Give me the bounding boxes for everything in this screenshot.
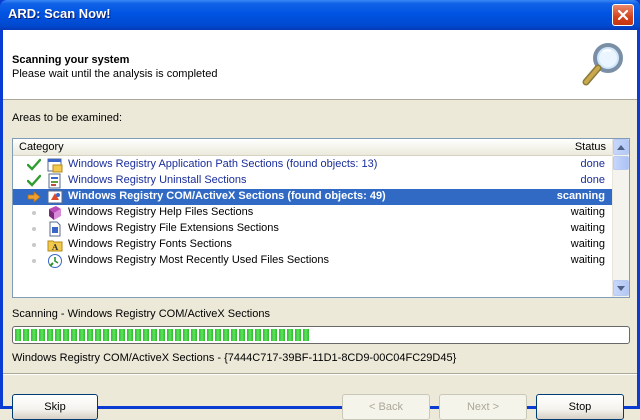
stop-button[interactable]: Stop [536,394,624,420]
list-item[interactable]: Windows Registry Application Path Sectio… [13,157,613,173]
bullet-icon [27,238,41,252]
help-book-icon [47,205,63,221]
scan-detail-label: Windows Registry COM/ActiveX Sections - … [12,352,457,364]
list-item-label: Windows Registry Help Files Sections [68,206,254,218]
uninstall-icon [47,173,63,189]
header-subtitle: Please wait until the analysis is comple… [12,68,218,80]
close-button[interactable] [612,4,634,26]
list-item-label: Windows Registry Fonts Sections [68,238,232,250]
fonts-folder-icon: A [47,237,63,253]
scroll-thumb[interactable] [613,156,629,170]
list-item[interactable]: Windows Registry Most Recently Used File… [13,253,613,269]
category-list[interactable]: Category Status Windows Registry Applica… [12,138,630,298]
list-item-label: Windows Registry Most Recently Used File… [68,254,330,266]
list-rows: Windows Registry Application Path Sectio… [13,157,613,269]
next-button[interactable]: Next > [439,394,527,420]
window-title: ARD: Scan Now! [8,6,111,21]
list-item[interactable]: Windows Registry File Extensions Section… [13,221,613,237]
list-item-label: Windows Registry File Extensions Section… [68,222,279,234]
scroll-up-button[interactable] [613,139,629,155]
title-bar[interactable]: ARD: Scan Now! [0,0,640,30]
check-icon [26,174,42,188]
list-header: Category Status [13,139,613,156]
app-path-icon [47,157,63,173]
bullet-icon [27,254,41,268]
list-item-status: waiting [570,254,605,266]
magnifier-icon [582,43,623,86]
list-item[interactable]: Windows Registry Help Files Sections wait… [13,205,613,221]
scanning-status-label: Scanning - Windows Registry COM/ActiveX … [12,308,270,320]
check-icon [26,158,42,172]
list-item[interactable]: Windows Registry Uninstall Sections done [13,173,613,189]
progress-fill [15,329,309,341]
areas-label: Areas to be examined: [12,112,123,124]
recent-files-icon [47,253,63,269]
progress-track [15,329,627,341]
arrow-up-icon [617,144,625,150]
list-item-status: waiting [570,206,605,218]
back-button[interactable]: < Back [342,394,430,420]
column-status[interactable]: Status [575,141,606,153]
bullet-icon [27,222,41,236]
list-item-label: Windows Registry Application Path Sectio… [68,158,378,170]
list-item-status: waiting [570,222,605,234]
skip-button[interactable]: Skip [12,394,98,420]
list-item[interactable]: A Windows Registry Fonts Sections waiting [13,237,613,253]
button-separator [3,373,637,375]
close-icon [617,9,629,21]
arrow-down-icon [617,285,625,291]
dialog-header: Scanning your system Please wait until t… [3,30,637,100]
list-item[interactable]: Windows Registry COM/ActiveX Sections (f… [13,189,613,205]
scan-window: ARD: Scan Now! Scanning your system Plea… [0,0,640,420]
dialog-client: Scanning your system Please wait until t… [3,30,637,420]
list-item-status: waiting [570,238,605,250]
bullet-icon [27,206,41,220]
list-item-status: scanning [556,190,605,202]
list-item-status: done [580,174,605,186]
file-extensions-icon [47,221,63,237]
list-item-label: Windows Registry Uninstall Sections [68,174,247,186]
arrow-right-icon [27,190,41,204]
list-scrollbar[interactable] [612,139,629,297]
column-category[interactable]: Category [19,141,64,153]
activex-icon [47,189,63,205]
header-title: Scanning your system [12,54,130,66]
list-item-status: done [580,158,605,170]
scan-progress-bar [12,326,630,344]
svg-text:A: A [51,242,59,252]
list-item-label: Windows Registry COM/ActiveX Sections (f… [68,190,386,202]
scroll-down-button[interactable] [613,280,629,296]
